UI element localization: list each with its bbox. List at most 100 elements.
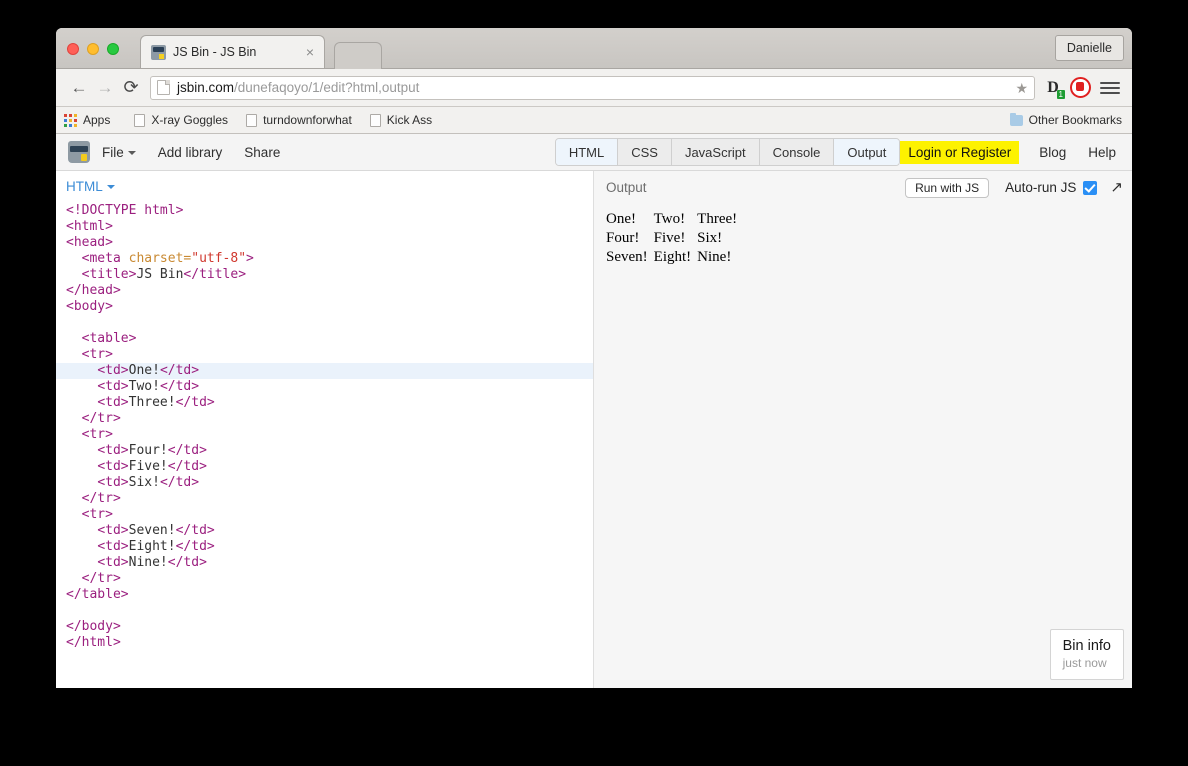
code-line[interactable]: </tr> [56,411,593,427]
adblock-stop-icon[interactable] [1070,77,1091,98]
tab-output[interactable]: Output [834,139,900,165]
code-line[interactable]: </body> [56,619,593,635]
code-token-tag: <!DOCTYPE html> [66,203,184,218]
code-line[interactable]: <tr> [56,347,593,363]
code-line[interactable]: <td>Three!</td> [56,395,593,411]
address-bar[interactable]: jsbin.com/dunefaqoyo/1/edit?html,output … [150,75,1035,100]
editor-panel-label: HTML [66,179,103,194]
code-token-tag: </td> [167,555,207,570]
code-line[interactable]: <title>JS Bin</title> [56,267,593,283]
code-token-tag: </html> [66,635,121,650]
browser-menu-icon[interactable] [1100,81,1120,94]
html-editor-pane[interactable]: HTML <!DOCTYPE html> <html> <head> <meta c… [56,171,594,688]
code-line[interactable]: <td>Nine!</td> [56,555,593,571]
run-with-js-button[interactable]: Run with JS [905,177,990,198]
code-line[interactable]: </head> [56,283,593,299]
code-token-tag: <td> [97,459,129,474]
bookmark-x-ray-goggles[interactable]: X-ray Goggles [134,113,228,127]
editor-panel-selector[interactable]: HTML [66,179,115,194]
code-token-tag: </td> [175,523,215,538]
tab-html[interactable]: HTML [555,139,619,165]
browser-window: JS Bin - JS Bin × Danielle ← → ⟳ jsbin.c… [56,28,1132,688]
menu-file[interactable]: File [102,145,136,160]
doc-icon [369,113,381,127]
menu-add-library[interactable]: Add library [158,145,223,160]
output-render-area: One! Two! Three! Four! Five! Six! Seven! Eight!… [594,204,1132,267]
work-area: HTML <!DOCTYPE html> <html> <head> <meta c… [56,171,1132,688]
code-line[interactable]: </table> [56,587,593,603]
minimize-window-button[interactable] [87,43,99,55]
code-line[interactable]: </tr> [56,491,593,507]
code-line[interactable]: <td>One!</td> [56,363,593,379]
code-line[interactable]: <td>Six!</td> [56,475,593,491]
code-line[interactable]: <table> [56,331,593,347]
bookmark-kick-ass[interactable]: Kick Ass [369,113,432,127]
code-line[interactable]: <tr> [56,507,593,523]
reload-icon[interactable]: ⟳ [118,75,144,101]
code-token-txt: Four! [128,443,168,458]
back-icon[interactable]: ← [66,75,92,101]
code-line[interactable] [56,315,593,331]
tab-css[interactable]: CSS [618,139,672,165]
code-line[interactable]: <!DOCTYPE html> [56,203,593,219]
code-line[interactable]: <td>Two!</td> [56,379,593,395]
auto-run-js-label: Auto-run JS [1005,180,1077,195]
code-token-tag: <tr> [81,347,113,362]
bin-info-panel[interactable]: Bin info just now [1049,629,1124,680]
login-or-register-button[interactable]: Login or Register [900,140,1020,164]
browser-toolbar: ← → ⟳ jsbin.com/dunefaqoyo/1/edit?html,o… [56,69,1132,107]
help-link[interactable]: Help [1088,145,1116,160]
bookmark-apps[interactable]: Apps [64,113,110,127]
tab-console[interactable]: Console [759,139,835,165]
close-tab-icon[interactable]: × [302,45,318,59]
table-row: Seven! Eight! Nine! [606,248,743,267]
code-line[interactable] [56,603,593,619]
code-line[interactable]: <meta charset="utf-8"> [56,251,593,267]
code-token-txt: Six! [128,475,160,490]
code-token-tag: <td> [97,523,129,538]
code-token-tag: </td> [159,379,200,394]
code-token-tag: <head> [66,235,113,250]
tab-javascript[interactable]: JavaScript [671,139,760,165]
bookmark-star-icon[interactable]: ★ [1015,81,1028,95]
new-tab-button[interactable] [334,42,382,69]
browser-tab[interactable]: JS Bin - JS Bin × [140,35,325,68]
code-line[interactable]: <tr> [56,427,593,443]
forward-icon[interactable]: → [92,75,118,101]
blog-link[interactable]: Blog [1039,145,1066,160]
code-line[interactable]: <td>Eight!</td> [56,539,593,555]
code-line[interactable]: <body> [56,299,593,315]
code-line[interactable]: <td>Four!</td> [56,443,593,459]
code-line[interactable]: </tr> [56,571,593,587]
code-token-tag: </title> [183,267,247,282]
expand-output-icon[interactable]: ↗ [1110,180,1123,195]
close-window-button[interactable] [67,43,79,55]
menu-share[interactable]: Share [244,145,280,160]
code-editor[interactable]: <!DOCTYPE html> <html> <head> <meta charse… [56,203,593,688]
auto-run-js-checkbox[interactable] [1083,180,1098,195]
output-header: Output Run with JS Auto-run JS ↗ [594,171,1132,204]
code-token-tag: </tr> [81,411,121,426]
jsbin-logo-icon[interactable] [68,141,90,163]
apps-grid-icon [64,113,77,127]
doc-icon [246,113,258,127]
extension-d-icon[interactable]: D1 [1042,77,1065,99]
table-cell: Six! [697,230,723,246]
code-line[interactable]: </html> [56,635,593,651]
bookmark-turndownforwhat[interactable]: turndownforwhat [246,113,352,127]
maximize-window-button[interactable] [107,43,119,55]
code-line[interactable]: <td>Seven!</td> [56,523,593,539]
other-bookmarks-folder[interactable]: Other Bookmarks [1009,112,1122,127]
code-line[interactable]: <html> [56,219,593,235]
code-line[interactable]: <head> [56,235,593,251]
code-line[interactable]: <td>Five!</td> [56,459,593,475]
code-token-tag: </td> [175,539,215,554]
table-cell: Two! [653,211,686,227]
profile-button[interactable]: Danielle [1054,35,1124,61]
